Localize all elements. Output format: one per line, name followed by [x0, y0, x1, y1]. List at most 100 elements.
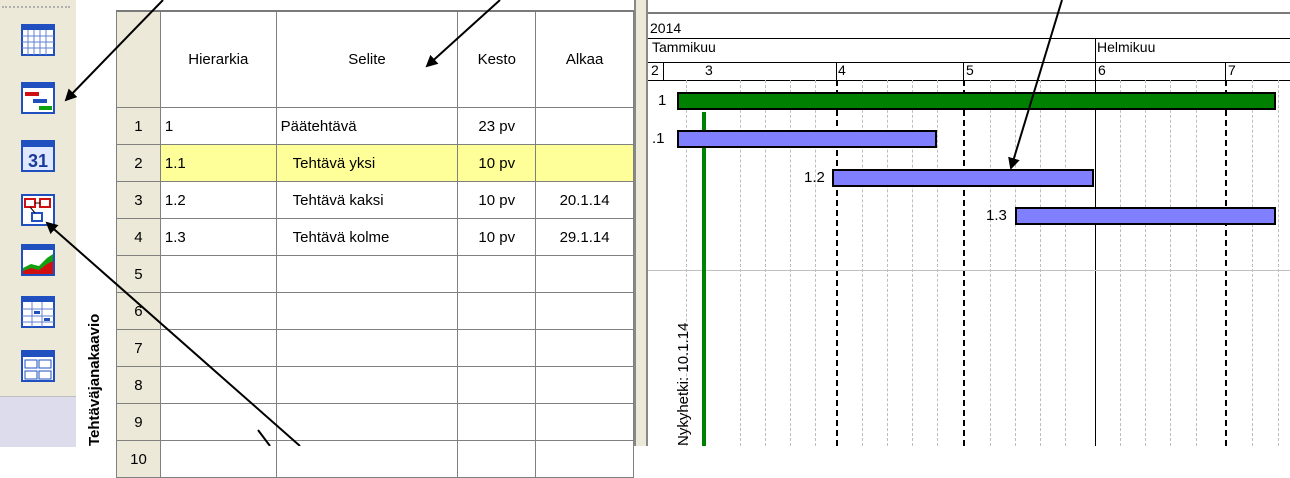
day-gridline [1015, 80, 1016, 446]
duration-cell[interactable] [457, 440, 537, 478]
table-row[interactable]: 9 [116, 403, 634, 441]
description-cell[interactable]: Päätehtävä [275, 107, 459, 145]
description-cell[interactable]: Tehtävä yksi [275, 144, 459, 182]
description-cell[interactable] [275, 366, 459, 404]
row-number[interactable]: 5 [116, 255, 161, 293]
gantt-bar-summary[interactable] [677, 92, 1276, 110]
duration-cell[interactable]: 10 pv [457, 218, 537, 256]
timescale-year: 2014 [650, 20, 682, 36]
timescale-bottom [648, 80, 1290, 81]
start-cell[interactable] [535, 107, 634, 145]
description-cell[interactable]: Tehtävä kolme [275, 218, 459, 256]
hierarchy-cell[interactable] [159, 440, 277, 478]
gantt-chart-button[interactable] [8, 74, 68, 122]
view-name-label: Tehtäväjanakaavio [86, 313, 103, 446]
column-header-duration[interactable]: Kesto [457, 10, 537, 108]
start-cell[interactable]: 29.1.14 [535, 218, 634, 256]
row-number[interactable]: 10 [116, 440, 161, 478]
week-gridline [1225, 80, 1227, 446]
network-diagram-button[interactable] [8, 186, 68, 234]
row-number[interactable]: 7 [116, 329, 161, 367]
day-gridline [1120, 80, 1121, 446]
duration-cell[interactable] [457, 255, 537, 293]
week-tick [1225, 62, 1226, 80]
duration-cell[interactable] [457, 292, 537, 330]
hierarchy-cell[interactable] [159, 403, 277, 441]
timescale-divider [648, 38, 1290, 39]
hierarchy-cell[interactable] [159, 329, 277, 367]
pane-splitter[interactable] [634, 0, 648, 446]
network-diagram-icon [21, 194, 55, 226]
duration-cell[interactable]: 10 pv [457, 181, 537, 219]
description-cell[interactable] [275, 403, 459, 441]
row-number[interactable]: 1 [116, 107, 161, 145]
start-cell[interactable] [535, 255, 634, 293]
column-header-description[interactable]: Selite [275, 10, 459, 108]
duration-cell[interactable] [457, 366, 537, 404]
gantt-bar-task[interactable] [1015, 207, 1276, 225]
row-number[interactable]: 3 [116, 181, 161, 219]
column-header-hierarchy[interactable]: Hierarkia [159, 10, 277, 108]
column-header-start[interactable]: Alkaa [535, 10, 634, 108]
gantt-bar-task[interactable] [677, 130, 937, 148]
start-cell[interactable] [535, 329, 634, 367]
duration-cell[interactable] [457, 329, 537, 367]
hierarchy-cell[interactable]: 1 [159, 107, 277, 145]
toolbar-grip[interactable] [2, 6, 70, 12]
start-cell[interactable] [535, 366, 634, 404]
week-gridline [963, 80, 965, 446]
description-cell[interactable] [275, 329, 459, 367]
hierarchy-cell[interactable] [159, 292, 277, 330]
table-row[interactable]: 5 [116, 255, 634, 293]
timescale-week: 4 [838, 62, 846, 78]
start-cell[interactable] [535, 440, 634, 478]
description-cell[interactable] [275, 255, 459, 293]
start-cell[interactable] [535, 144, 634, 182]
hierarchy-cell[interactable] [159, 255, 277, 293]
start-cell[interactable] [535, 292, 634, 330]
day-gridline [1252, 80, 1253, 446]
toolbar-empty-area [0, 396, 76, 447]
table-row[interactable]: 10 [116, 440, 634, 478]
calendar-view-button[interactable]: 31 [8, 132, 68, 180]
duration-cell[interactable]: 10 pv [457, 144, 537, 182]
row-number[interactable]: 2 [116, 144, 161, 182]
row-number[interactable]: 8 [116, 366, 161, 404]
table-row[interactable]: 4 1.3 Tehtävä kolme 10 pv 29.1.14 [116, 218, 634, 256]
row-number[interactable]: 9 [116, 403, 161, 441]
table-row[interactable]: 8 [116, 366, 634, 404]
gantt-bar-label: 1.3 [986, 207, 1007, 224]
table-row[interactable]: 6 [116, 292, 634, 330]
duration-cell[interactable] [457, 403, 537, 441]
view-toolbar: 31 [0, 0, 76, 447]
task-usage-icon [21, 296, 55, 328]
day-gridline [990, 80, 991, 446]
task-usage-button[interactable] [8, 288, 68, 336]
hierarchy-cell[interactable]: 1.1 [159, 144, 277, 182]
description-cell[interactable] [275, 292, 459, 330]
hierarchy-cell[interactable] [159, 366, 277, 404]
table-row[interactable]: 7 [116, 329, 634, 367]
description-cell[interactable]: Tehtävä kaksi [275, 181, 459, 219]
hierarchy-cell[interactable]: 1.3 [159, 218, 277, 256]
duration-cell[interactable]: 23 pv [457, 107, 537, 145]
day-gridline [1278, 80, 1279, 446]
table-row-selected[interactable]: 2 1.1 Tehtävä yksi 10 pv [116, 144, 634, 182]
table-row[interactable]: 3 1.2 Tehtävä kaksi 10 pv 20.1.14 [116, 181, 634, 219]
row-number[interactable]: 6 [116, 292, 161, 330]
resource-graph-button[interactable] [8, 236, 68, 284]
day-gridline [1170, 80, 1171, 446]
corner-cell[interactable] [116, 10, 161, 108]
hierarchy-cell[interactable]: 1.2 [159, 181, 277, 219]
week-tick [963, 62, 964, 80]
gantt-bar-task[interactable] [832, 169, 1094, 187]
week-tick [836, 62, 837, 80]
description-cell[interactable] [275, 440, 459, 478]
start-cell[interactable]: 20.1.14 [535, 181, 634, 219]
table-row[interactable]: 1 1 Päätehtävä 23 pv [116, 107, 634, 145]
calendar-grid-button[interactable] [8, 16, 68, 64]
row-number[interactable]: 4 [116, 218, 161, 256]
task-table: Hierarkia Selite Kesto Alkaa 1 1 Pääteht… [116, 10, 634, 478]
tracking-gantt-button[interactable] [8, 342, 68, 390]
start-cell[interactable] [535, 403, 634, 441]
